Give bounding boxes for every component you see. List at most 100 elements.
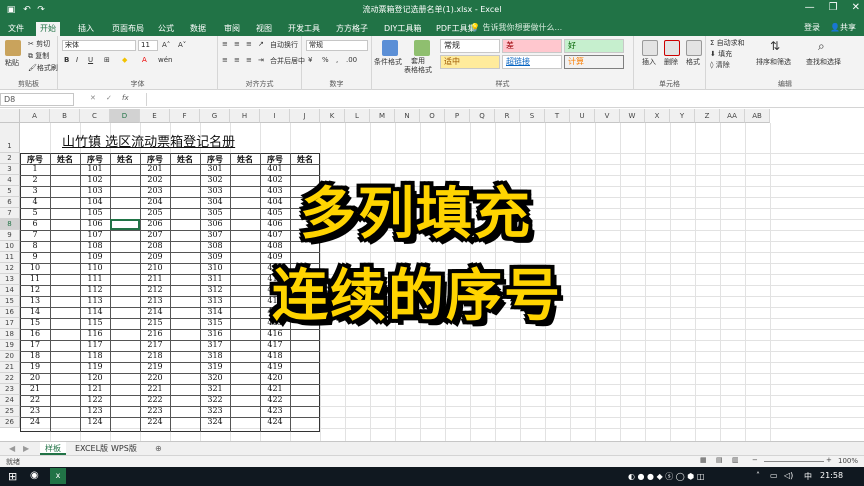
number-cell[interactable]: 122 [80,395,110,404]
insert-cells-icon[interactable] [642,40,658,56]
number-cell[interactable]: 17 [20,340,50,349]
style-bad[interactable]: 差 [502,39,562,53]
next-sheet-icon[interactable]: ▶ [18,442,34,455]
tab-view[interactable]: 视图 [252,22,276,36]
bottom-align-icon[interactable]: ≡ [246,40,252,48]
windows-start-icon[interactable]: ⊞ [8,470,17,483]
column-header[interactable]: H [230,109,260,123]
number-cell[interactable]: 405 [260,208,290,217]
column-header[interactable]: F [170,109,200,123]
number-cell[interactable]: 401 [260,164,290,173]
comma-icon[interactable]: , [336,56,338,64]
number-cell[interactable]: 4 [20,197,50,206]
number-cell[interactable]: 301 [200,164,230,173]
column-header[interactable]: P [445,109,470,123]
number-cell[interactable]: 407 [260,230,290,239]
number-cell[interactable]: 20 [20,373,50,382]
tab-file[interactable]: 文件 [4,22,28,36]
number-cell[interactable]: 11 [20,274,50,283]
header-cell[interactable]: 姓名 [290,154,320,165]
number-cell[interactable]: 308 [200,241,230,250]
number-cell[interactable]: 402 [260,175,290,184]
number-cell[interactable]: 102 [80,175,110,184]
number-cell[interactable]: 321 [200,384,230,393]
row-header[interactable]: 23 [0,384,20,395]
number-cell[interactable]: 406 [260,219,290,228]
format-cells-icon[interactable] [686,40,702,56]
row-header[interactable]: 19 [0,340,20,351]
font-color-icon[interactable]: A [142,56,147,64]
fx-icon[interactable]: fx [122,94,129,102]
number-cell[interactable]: 210 [140,263,170,272]
column-header[interactable]: K [320,109,345,123]
number-cell[interactable]: 213 [140,296,170,305]
zoom-level[interactable]: 100% [838,457,858,465]
row-header[interactable]: 14 [0,285,20,296]
column-header[interactable]: G [200,109,230,123]
row-header[interactable]: 8 [0,219,20,230]
number-cell[interactable]: 312 [200,285,230,294]
column-header[interactable]: N [395,109,420,123]
right-align-icon[interactable]: ≡ [246,56,252,64]
number-cell[interactable]: 124 [80,417,110,426]
volume-icon[interactable]: ◁) [784,471,793,480]
row-header[interactable]: 25 [0,406,20,417]
table-format-icon[interactable] [414,40,430,56]
number-cell[interactable]: 107 [80,230,110,239]
number-cell[interactable]: 305 [200,208,230,217]
style-good[interactable]: 好 [564,39,624,53]
restore-icon[interactable]: ❐ [829,2,838,13]
number-cell[interactable]: 202 [140,175,170,184]
number-cell[interactable]: 324 [200,417,230,426]
row-header[interactable]: 16 [0,307,20,318]
number-cell[interactable]: 205 [140,208,170,217]
number-cell[interactable]: 220 [140,373,170,382]
style-hyperlink[interactable]: 超链接 [502,55,562,69]
middle-align-icon[interactable]: ≡ [234,40,240,48]
minimize-icon[interactable]: — [805,2,815,13]
number-cell[interactable]: 215 [140,318,170,327]
column-header[interactable]: S [520,109,545,123]
number-cell[interactable]: 212 [140,285,170,294]
row-header[interactable]: 6 [0,197,20,208]
excel-taskbar-icon[interactable]: x [50,468,66,484]
number-cell[interactable]: 21 [20,384,50,393]
center-align-icon[interactable]: ≡ [234,56,240,64]
style-normal[interactable]: 常规 [440,39,500,53]
row-header[interactable]: 7 [0,208,20,219]
column-header[interactable]: A [20,109,50,123]
row-header[interactable]: 21 [0,362,20,373]
active-cell-highlight[interactable] [110,219,140,230]
number-cell[interactable]: 5 [20,208,50,217]
tab-insert[interactable]: 插入 [74,22,98,36]
column-header[interactable]: X [645,109,670,123]
row-header[interactable]: 26 [0,417,20,428]
number-cell[interactable]: 315 [200,318,230,327]
number-cell[interactable]: 117 [80,340,110,349]
column-header[interactable]: AA [720,109,745,123]
delete-cells-icon[interactable] [664,40,680,56]
number-cell[interactable]: 105 [80,208,110,217]
zoom-in-icon[interactable]: + [826,456,832,464]
add-sheet-icon[interactable]: ⊕ [150,442,167,455]
number-cell[interactable]: 421 [260,384,290,393]
number-cell[interactable]: 307 [200,230,230,239]
phonetic-icon[interactable]: wén [158,56,172,64]
border-icon[interactable]: ⊞ [104,56,110,64]
column-header[interactable]: V [595,109,620,123]
close-icon[interactable]: ✕ [852,2,860,13]
paste-icon[interactable] [5,40,21,56]
column-header[interactable]: U [570,109,595,123]
normal-view-icon[interactable]: ▦ [700,456,707,464]
row-header[interactable]: 11 [0,252,20,263]
tab-fangfang[interactable]: 方方格子 [332,22,372,36]
zoom-out-icon[interactable]: − [752,456,758,464]
underline-icon[interactable]: U [88,56,93,64]
number-cell[interactable]: 114 [80,307,110,316]
number-format-select[interactable]: 常规 [306,40,368,51]
tell-me-box[interactable]: 💡 告诉我你想要做什么... [470,22,562,33]
number-cell[interactable]: 15 [20,318,50,327]
number-cell[interactable]: 23 [20,406,50,415]
column-header[interactable]: D [110,109,140,123]
up-arrow-icon[interactable]: ˄ [756,471,760,480]
